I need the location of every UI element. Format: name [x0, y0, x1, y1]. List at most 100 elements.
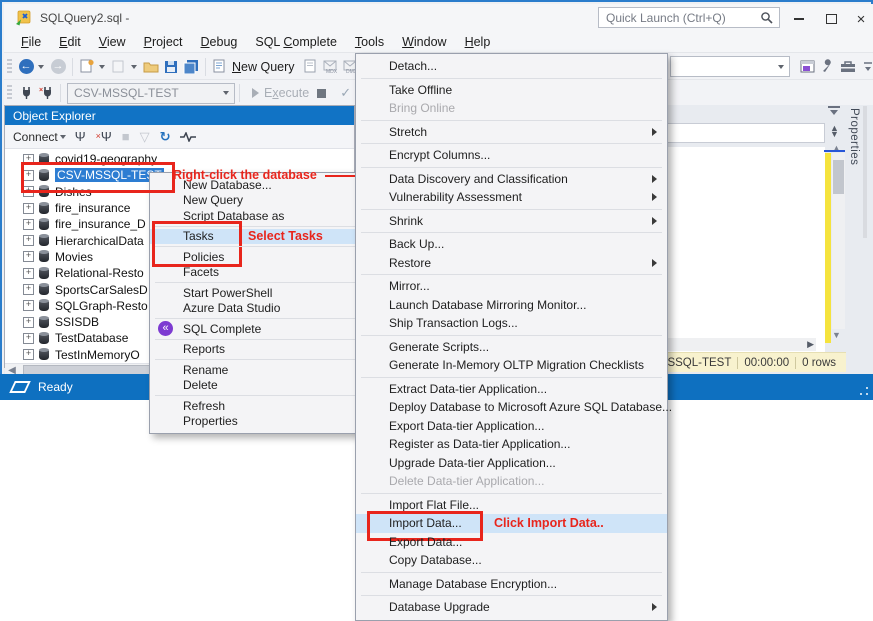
- menu-item[interactable]: « Delete: [150, 378, 372, 394]
- menu-item[interactable]: Mirror...: [356, 277, 667, 296]
- menu-item[interactable]: « Script Database as: [150, 208, 372, 224]
- menu-item[interactable]: Database Upgrade: [356, 598, 667, 617]
- expand-icon[interactable]: +: [23, 203, 34, 214]
- menubar-item[interactable]: Edit: [50, 33, 90, 51]
- menu-item[interactable]: Shrink: [356, 212, 667, 231]
- minimize-button[interactable]: [788, 10, 810, 28]
- menu-item[interactable]: Bring Online: [356, 99, 667, 118]
- menu-item[interactable]: Import Data... Click Import Data..: [356, 514, 667, 533]
- execute-button[interactable]: Execute: [264, 86, 309, 100]
- expand-icon[interactable]: +: [23, 333, 34, 344]
- sql-window-icon[interactable]: [798, 57, 818, 77]
- menu-item[interactable]: « Reports: [150, 342, 372, 358]
- menu-item[interactable]: Deploy Database to Microsoft Azure SQL D…: [356, 398, 667, 417]
- new-query-icon[interactable]: [210, 57, 230, 77]
- menu-item[interactable]: « Rename: [150, 362, 372, 378]
- menu-item[interactable]: « Properties: [150, 414, 372, 430]
- menubar-item[interactable]: Debug: [192, 33, 247, 51]
- menu-item[interactable]: Restore: [356, 254, 667, 273]
- menu-item[interactable]: Export Data...: [356, 533, 667, 552]
- new-item-icon[interactable]: [77, 57, 97, 77]
- object-explorer-header[interactable]: Object Explorer: [5, 106, 354, 125]
- navigate-forward-button[interactable]: →: [48, 57, 68, 77]
- menu-item[interactable]: Import Flat File...: [356, 496, 667, 515]
- new-item-caret[interactable]: [99, 65, 105, 69]
- connect-caret[interactable]: [60, 135, 66, 139]
- editor-splitter-handle[interactable]: ▲▼: [829, 125, 840, 137]
- menu-item[interactable]: Generate Scripts...: [356, 338, 667, 357]
- expand-icon[interactable]: +: [23, 251, 34, 262]
- disconnect-icon[interactable]: ×Ψ: [96, 130, 112, 143]
- toolbar-grip[interactable]: [7, 85, 12, 101]
- menu-item[interactable]: « Azure Data Studio: [150, 301, 372, 317]
- menu-item[interactable]: Take Offline: [356, 81, 667, 100]
- toolbar-overflow-button[interactable]: [858, 57, 873, 77]
- save-icon[interactable]: [161, 57, 181, 77]
- scrollbar-thumb[interactable]: [833, 160, 844, 194]
- expand-icon[interactable]: +: [23, 284, 34, 295]
- menubar-item[interactable]: File: [12, 33, 50, 51]
- menu-item[interactable]: Data Discovery and Classification: [356, 170, 667, 189]
- expand-icon[interactable]: +: [23, 219, 34, 230]
- scroll-down-arrow[interactable]: ▼: [832, 330, 841, 340]
- menu-item[interactable]: Vulnerability Assessment: [356, 188, 667, 207]
- menubar-item[interactable]: Project: [135, 33, 192, 51]
- execute-icon[interactable]: [252, 88, 259, 98]
- scroll-right-arrow[interactable]: ▶: [807, 339, 814, 350]
- menu-item[interactable]: Back Up...: [356, 235, 667, 254]
- toolbox-icon[interactable]: [838, 57, 858, 77]
- menu-item[interactable]: « Start PowerShell: [150, 285, 372, 301]
- connect-icon[interactable]: Ψ: [75, 130, 86, 143]
- menu-item[interactable]: Generate In-Memory OLTP Migration Checkl…: [356, 356, 667, 375]
- expand-icon[interactable]: +: [23, 349, 34, 360]
- menu-item[interactable]: Stretch: [356, 123, 667, 142]
- expand-icon[interactable]: +: [23, 317, 34, 328]
- menu-item[interactable]: Copy Database...: [356, 551, 667, 570]
- refresh-icon[interactable]: ↻: [160, 130, 171, 143]
- add-item-caret[interactable]: [131, 65, 137, 69]
- connect-button[interactable]: Connect: [13, 130, 58, 144]
- menu-item[interactable]: Register as Data-tier Application...: [356, 435, 667, 454]
- menu-item[interactable]: Encrypt Columns...: [356, 146, 667, 165]
- menubar-item[interactable]: View: [90, 33, 135, 51]
- mdx-query-icon[interactable]: MDX: [321, 57, 341, 77]
- menu-item[interactable]: « Refresh: [150, 398, 372, 414]
- expand-icon[interactable]: +: [23, 186, 34, 197]
- save-all-icon[interactable]: [181, 57, 201, 77]
- open-file-icon[interactable]: [141, 57, 161, 77]
- window-position-chevron-icon[interactable]: [828, 106, 840, 115]
- wrench-icon[interactable]: [818, 57, 838, 77]
- tree-item[interactable]: + covid19-geography: [5, 151, 354, 167]
- menu-item[interactable]: « Policies: [150, 249, 372, 265]
- expand-icon[interactable]: +: [23, 300, 34, 311]
- expand-icon[interactable]: +: [23, 235, 34, 246]
- menubar-item[interactable]: Help: [456, 33, 500, 51]
- close-button[interactable]: ×: [850, 10, 872, 28]
- menu-item[interactable]: « New Query: [150, 193, 372, 209]
- database-engine-query-icon[interactable]: [301, 57, 321, 77]
- menu-item[interactable]: « SQL Complete: [150, 321, 372, 337]
- menu-item[interactable]: « Tasks Select Tasks: [150, 229, 372, 245]
- filter-icon[interactable]: ▽: [140, 130, 150, 143]
- menu-item[interactable]: Delete Data-tier Application...: [356, 472, 667, 491]
- connect-plug-icon[interactable]: [16, 83, 36, 103]
- menu-item[interactable]: « Facets: [150, 265, 372, 281]
- menu-item[interactable]: Manage Database Encryption...: [356, 575, 667, 594]
- menu-item[interactable]: Launch Database Mirroring Monitor...: [356, 296, 667, 315]
- new-query-button[interactable]: New Query: [232, 60, 295, 74]
- right-combobox[interactable]: [670, 56, 790, 77]
- stop-icon[interactable]: ■: [122, 130, 130, 143]
- add-item-icon[interactable]: [109, 57, 129, 77]
- menu-item[interactable]: Detach...: [356, 57, 667, 76]
- expand-icon[interactable]: +: [23, 268, 34, 279]
- menubar-item[interactable]: SQL Complete: [246, 33, 346, 51]
- tree-item[interactable]: + CSV-MSSQL-TEST Right-click the databas…: [5, 167, 354, 183]
- expand-icon[interactable]: +: [23, 170, 34, 181]
- parse-check-icon[interactable]: ✓: [340, 85, 351, 101]
- menu-item[interactable]: Upgrade Data-tier Application...: [356, 454, 667, 473]
- properties-tab[interactable]: Properties: [848, 108, 860, 165]
- quick-launch-input[interactable]: Quick Launch (Ctrl+Q): [598, 7, 780, 28]
- menubar-item[interactable]: Window: [393, 33, 455, 51]
- resize-grip[interactable]: [859, 386, 869, 396]
- menu-item[interactable]: Export Data-tier Application...: [356, 417, 667, 436]
